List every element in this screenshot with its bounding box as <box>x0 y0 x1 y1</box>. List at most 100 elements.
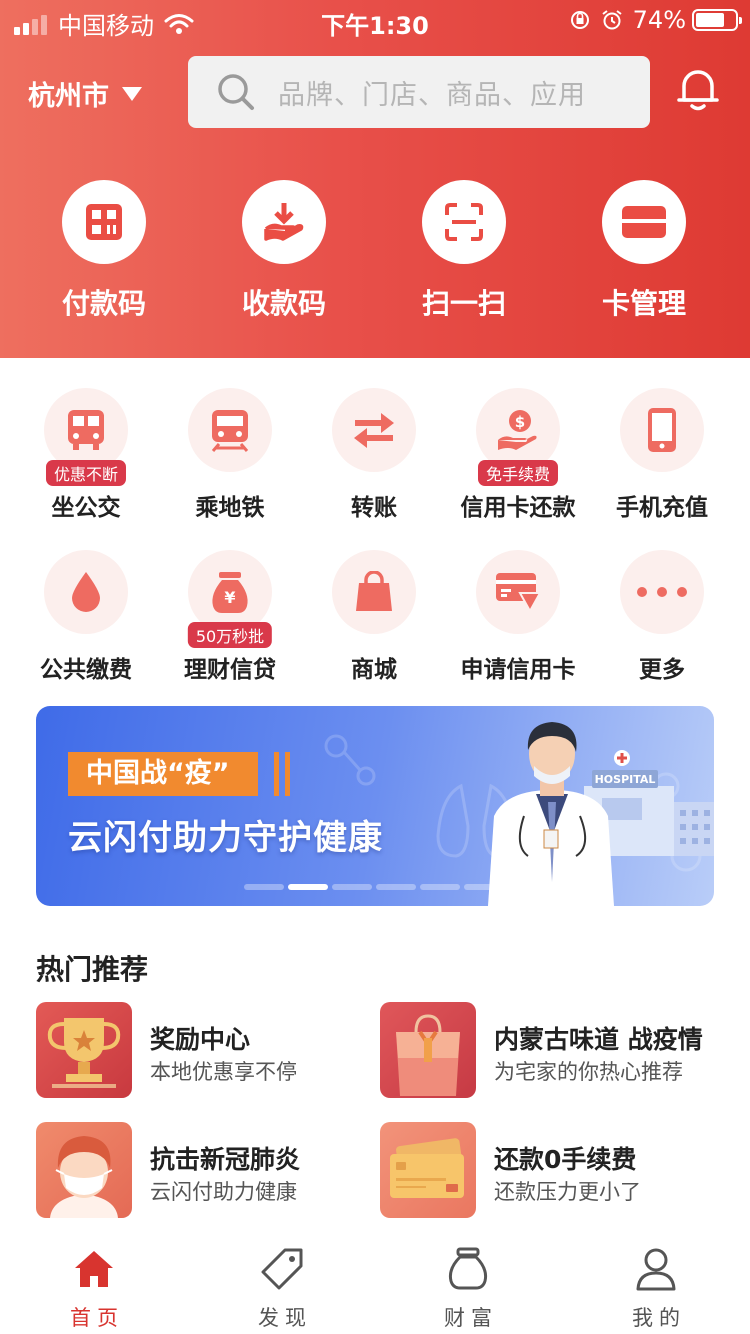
promo-banner[interactable]: HOSPITAL 中国战“疫” 云闪付助力守护健康 <box>36 706 714 906</box>
hot-item-subtitle: 还款压力更小了 <box>494 1180 641 1204</box>
user-icon <box>636 1248 676 1291</box>
more-icon <box>637 587 687 597</box>
money-bag-icon: ¥ <box>212 572 248 613</box>
service-label: 申请信用卡 <box>460 657 576 683</box>
tab-discover[interactable]: 发现 <box>222 1244 342 1332</box>
city-selector[interactable]: 杭州市 <box>28 74 143 113</box>
search-placeholder: 品牌、门店、商品、应用 <box>278 79 586 111</box>
tab-label: 发现 <box>258 1306 312 1330</box>
service-badge: 免手续费 <box>477 460 559 486</box>
service-more[interactable]: 更多 <box>590 550 734 684</box>
service-icon-circle <box>44 550 128 634</box>
svg-text:$: $ <box>515 413 525 431</box>
quick-action-circle <box>62 180 146 264</box>
hot-item-thumbnail <box>36 1002 132 1098</box>
city-name: 杭州市 <box>28 81 109 112</box>
bell-icon[interactable] <box>676 66 720 112</box>
tab-label: 首页 <box>70 1306 124 1330</box>
quick-action-circle <box>242 180 326 264</box>
hot-item-subtitle: 云闪付助力健康 <box>150 1180 297 1204</box>
bottom-tab-bar: 首页 发现 财富 我的 <box>0 1240 750 1334</box>
banner-page-dot <box>376 884 416 890</box>
card-icon <box>622 206 666 238</box>
gold-card-icon <box>390 1138 464 1198</box>
service-label: 信用卡还款 <box>460 495 576 521</box>
header-hero: 中国移动 下午1:30 74% 杭州市 品牌、门店、商品、应用 付款码 收款码 … <box>0 0 750 358</box>
service-transfer[interactable]: 转账 <box>302 388 446 522</box>
service-mall[interactable]: 商城 <box>302 550 446 684</box>
service-icon-circle <box>620 388 704 472</box>
phone-icon <box>648 408 676 452</box>
quick-action-circle <box>422 180 506 264</box>
service-label: 手机充值 <box>616 495 708 521</box>
shopping-bag-icon <box>356 571 392 611</box>
status-bar: 中国移动 下午1:30 74% <box>0 0 750 40</box>
service-phone-topup[interactable]: 手机充值 <box>590 388 734 522</box>
hot-item-thumbnail <box>380 1002 476 1098</box>
svg-text:¥: ¥ <box>224 588 235 607</box>
hot-item-title: 还款0手续费 <box>494 1145 637 1174</box>
hot-section-title: 热门推荐 <box>36 953 149 986</box>
quick-action-label: 收款码 <box>241 287 326 320</box>
hospital-sign: HOSPITAL <box>595 773 656 786</box>
card-apply-icon <box>496 573 542 613</box>
service-icon-circle <box>620 550 704 634</box>
banner-tag: 中国战“疫” <box>68 752 258 796</box>
service-label: 乘地铁 <box>195 495 265 521</box>
service-apply-credit-card[interactable]: 申请信用卡 <box>446 550 590 684</box>
service-label: 公共缴费 <box>40 657 132 683</box>
banner-pagination <box>244 884 508 890</box>
home-icon <box>75 1251 113 1287</box>
quick-action-receive-code[interactable]: 收款码 <box>194 180 374 322</box>
masked-person-icon <box>50 1136 118 1218</box>
tab-mine[interactable]: 我的 <box>596 1244 716 1332</box>
hot-item-covid[interactable]: 抗击新冠肺炎 云闪付助力健康 <box>36 1122 376 1218</box>
banner-title: 云闪付助力守护健康 <box>68 818 383 858</box>
service-icon-circle <box>188 388 272 472</box>
hot-item-title: 奖励中心 <box>150 1025 251 1054</box>
quick-action-label: 卡管理 <box>601 287 686 320</box>
quick-action-card-manage[interactable]: 卡管理 <box>554 180 734 322</box>
service-wealth-loan[interactable]: ¥ 50万秒批 理财信贷 <box>158 550 302 684</box>
money-jar-icon <box>448 1247 488 1290</box>
trophy-icon <box>47 1018 121 1088</box>
quick-action-pay-code[interactable]: 付款码 <box>14 180 194 322</box>
hot-item-zero-fee[interactable]: 还款0手续费 还款压力更小了 <box>380 1122 720 1218</box>
service-icon-circle <box>332 388 416 472</box>
battery-level <box>696 13 725 27</box>
service-label: 转账 <box>351 495 397 521</box>
hot-item-thumbnail <box>380 1122 476 1218</box>
hot-item-inner-mongolia[interactable]: 内蒙古味道 战疫情 为宅家的你热心推荐 <box>380 1002 720 1098</box>
water-drop-icon <box>72 572 100 612</box>
service-credit-repay[interactable]: $ 免手续费 信用卡还款 <box>446 388 590 522</box>
hot-item-rewards[interactable]: 奖励中心 本地优惠享不停 <box>36 1002 376 1098</box>
gift-bag-icon <box>396 1014 460 1096</box>
quick-action-label: 付款码 <box>61 287 146 320</box>
banner-tag-decoration <box>274 752 296 796</box>
service-bus[interactable]: 优惠不断 坐公交 <box>14 388 158 522</box>
banner-page-dot <box>244 884 284 890</box>
service-utilities[interactable]: 公共缴费 <box>14 550 158 684</box>
quick-action-scan[interactable]: 扫一扫 <box>374 180 554 322</box>
search-bar[interactable]: 品牌、门店、商品、应用 <box>188 56 650 128</box>
search-icon <box>218 74 254 110</box>
banner-page-dot <box>332 884 372 890</box>
qr-pay-icon <box>86 204 122 240</box>
quick-action-label: 扫一扫 <box>421 287 506 320</box>
tag-icon <box>261 1248 303 1290</box>
battery-percent: 74% <box>632 6 686 34</box>
tab-label: 我的 <box>632 1306 686 1330</box>
bus-icon <box>68 410 104 450</box>
service-label: 坐公交 <box>51 495 121 521</box>
tab-home[interactable]: 首页 <box>34 1244 154 1332</box>
service-label: 理财信贷 <box>184 657 276 683</box>
hot-item-thumbnail <box>36 1122 132 1218</box>
service-metro[interactable]: 乘地铁 <box>158 388 302 522</box>
tab-wealth[interactable]: 财富 <box>408 1244 528 1332</box>
caret-down-icon <box>122 86 142 101</box>
service-icon-circle <box>332 550 416 634</box>
banner-page-dot <box>464 884 504 890</box>
transfer-icon <box>354 413 394 448</box>
banner-page-dot <box>420 884 460 890</box>
tab-label: 财富 <box>444 1306 498 1330</box>
